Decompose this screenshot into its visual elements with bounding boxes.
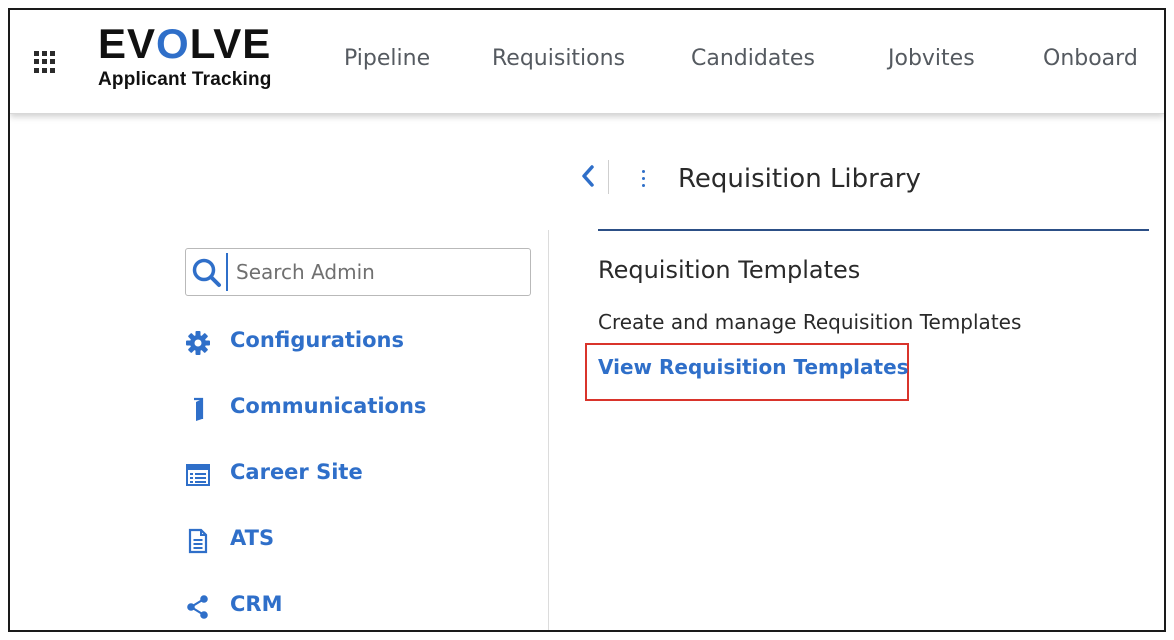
section-title: Requisition Templates [598, 256, 861, 284]
search-input[interactable] [236, 255, 526, 289]
view-requisition-templates-link[interactable]: View Requisition Templates [598, 355, 909, 379]
search-caret [226, 253, 228, 291]
sidebar-item-ats[interactable]: ATS [185, 524, 525, 558]
app-window: EVOLVE Applicant Tracking Pipeline Requi… [8, 8, 1166, 632]
sidebar-item-label: Communications [230, 394, 427, 418]
nav-item-jobvites[interactable]: Jobvites [888, 46, 975, 71]
sidebar-divider [548, 230, 549, 630]
nav-item-requisitions[interactable]: Requisitions [492, 46, 625, 71]
nav-item-pipeline[interactable]: Pipeline [344, 46, 430, 71]
sidebar-item-configurations[interactable]: Configurations [185, 326, 525, 360]
nav-item-candidates[interactable]: Candidates [691, 46, 815, 71]
sidebar-item-career-site[interactable]: Career Site [185, 458, 525, 492]
sidebar-item-label: CRM [230, 592, 283, 616]
top-header: EVOLVE Applicant Tracking Pipeline Requi… [10, 10, 1164, 114]
chevron-left-icon[interactable] [578, 162, 598, 190]
logo-subtitle: Applicant Tracking [98, 69, 272, 90]
title-underline [598, 229, 1149, 231]
sidebar-item-communications[interactable]: Communications [185, 392, 525, 426]
sidebar-item-label: ATS [230, 526, 275, 550]
gear-icon [186, 331, 210, 355]
search-icon[interactable] [191, 257, 223, 289]
sidebar-item-label: Career Site [230, 460, 363, 484]
door-icon [194, 397, 204, 421]
nav-item-onboard[interactable]: Onboard [1043, 46, 1138, 71]
sidebar-item-crm[interactable]: CRM [185, 590, 525, 624]
document-icon [188, 528, 208, 554]
sidebar-item-label: Configurations [230, 328, 404, 352]
toolbar-divider [608, 160, 609, 194]
share-icon [187, 595, 208, 619]
page-title: Requisition Library [678, 164, 921, 194]
logo[interactable]: EVOLVE Applicant Tracking [98, 22, 272, 91]
logo-wordmark: EVOLVE [98, 20, 272, 67]
more-options-icon[interactable] [638, 170, 648, 194]
apps-grid-icon[interactable] [34, 51, 56, 73]
search-box[interactable] [185, 248, 531, 296]
webpage-icon [186, 464, 210, 486]
section-description: Create and manage Requisition Templates [598, 310, 1022, 334]
